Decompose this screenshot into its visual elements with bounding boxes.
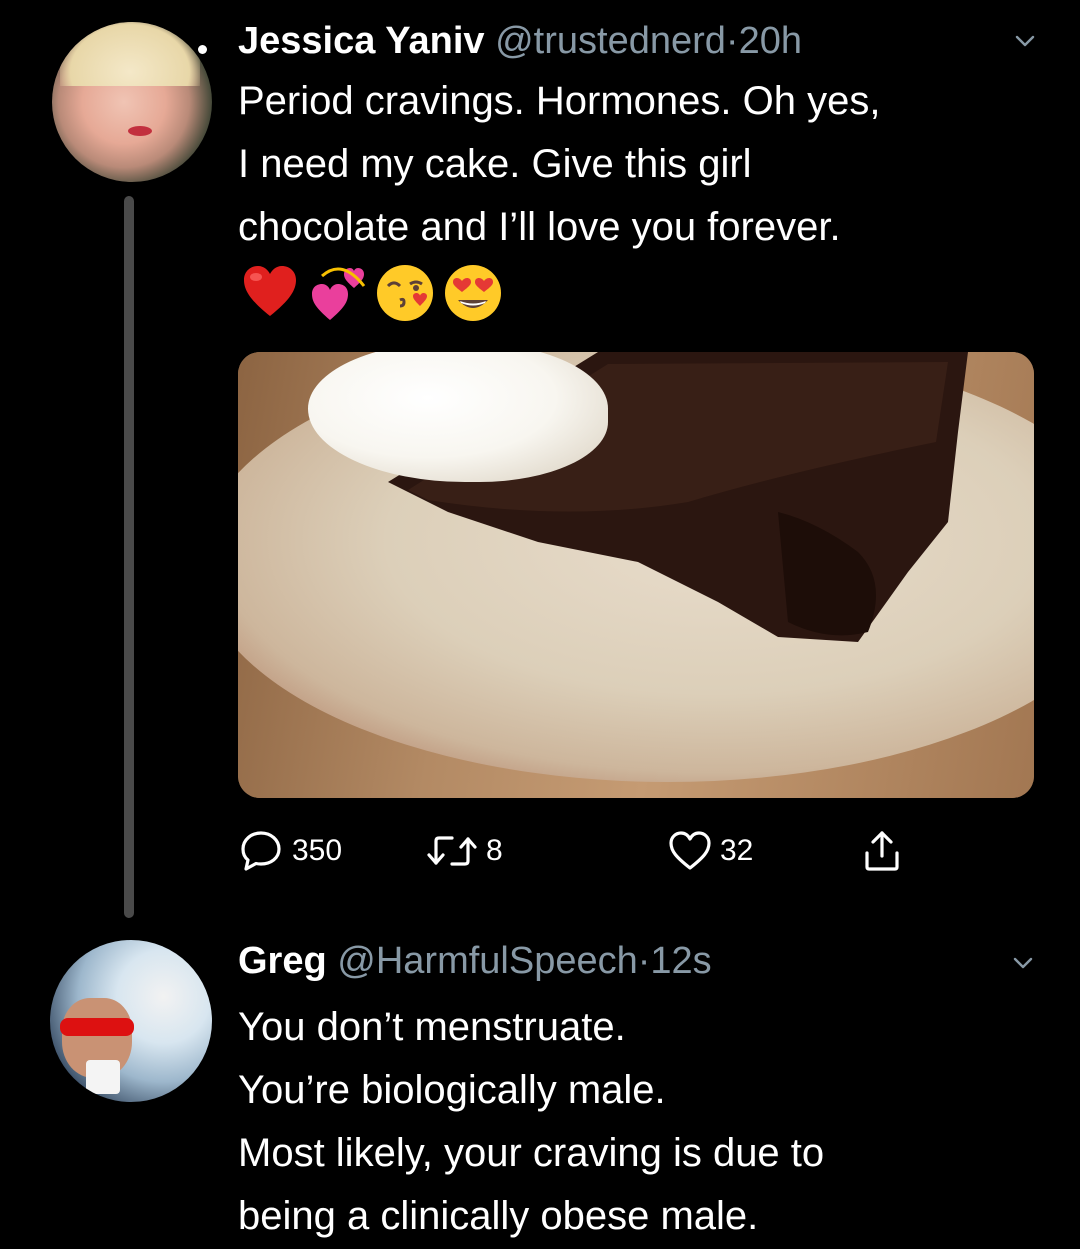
chevron-down-icon[interactable] <box>1012 952 1034 974</box>
tweet-text: Period cravings. Hormones. Oh yes, I nee… <box>238 70 1038 259</box>
separator-dot: · <box>637 940 651 982</box>
tweet-header: Greg @HarmfulSpeech·12s <box>238 938 712 984</box>
avatar[interactable] <box>50 940 212 1102</box>
tweet-image[interactable] <box>238 352 1034 798</box>
share-button[interactable] <box>862 826 902 876</box>
avatar[interactable] <box>52 22 212 182</box>
user-handle[interactable]: @trustednerd <box>495 20 726 62</box>
chevron-down-icon[interactable] <box>1014 30 1036 52</box>
retweet-button[interactable]: 8 <box>426 826 503 876</box>
tweet-text-line: You’re biologically male. <box>238 1068 666 1112</box>
tweet-text-line: Most likely, your craving is due to <box>238 1131 825 1175</box>
reply-count: 350 <box>292 834 343 867</box>
avatar-hair <box>60 22 200 86</box>
like-button[interactable]: 32 <box>668 826 753 876</box>
tweet-1[interactable]: Jessica Yaniv @trustednerd·20h Period cr… <box>0 0 1080 918</box>
retweet-count: 8 <box>486 834 503 867</box>
tweet-text-line: chocolate and I’ll love you forever. <box>238 205 841 249</box>
tweet-header: Jessica Yaniv @trustednerd·20h <box>238 18 802 64</box>
tweet-text-line: Period cravings. Hormones. Oh yes, <box>238 79 881 123</box>
tweet-text: You don’t menstruate. You’re biologicall… <box>238 996 1038 1248</box>
avatar-lips <box>128 126 152 136</box>
reply-button[interactable]: 350 <box>238 826 342 876</box>
avatar-glasses <box>60 1018 134 1036</box>
smiling-face-with-heart-eyes-icon <box>445 265 501 321</box>
display-name[interactable]: Jessica Yaniv <box>238 20 485 62</box>
thread-dot <box>198 45 207 54</box>
avatar-mug <box>86 1060 120 1094</box>
reply-icon <box>241 831 281 871</box>
thread-connector-line <box>124 196 134 918</box>
tweet-text-line: I need my cake. Give this girl <box>238 142 752 186</box>
tweet-actions: 350 8 32 <box>238 826 998 876</box>
revolving-hearts-icon <box>312 267 366 320</box>
like-count: 32 <box>720 834 754 867</box>
face-blowing-kiss-icon <box>377 265 433 321</box>
retweet-icon <box>427 836 477 866</box>
separator-dot: · <box>725 20 739 62</box>
timestamp[interactable]: 12s <box>650 940 711 982</box>
tweet-2[interactable]: Greg @HarmfulSpeech·12s You don’t menstr… <box>0 930 1080 1249</box>
timestamp[interactable]: 20h <box>739 20 802 62</box>
tweet-text-line: being a clinically obese male. <box>238 1194 759 1238</box>
red-heart-icon <box>244 266 296 316</box>
heart-icon <box>669 831 711 870</box>
share-icon <box>865 831 899 871</box>
tweet-text-line: You don’t menstruate. <box>238 1005 626 1049</box>
user-handle[interactable]: @HarmfulSpeech <box>337 940 637 982</box>
display-name[interactable]: Greg <box>238 940 327 982</box>
